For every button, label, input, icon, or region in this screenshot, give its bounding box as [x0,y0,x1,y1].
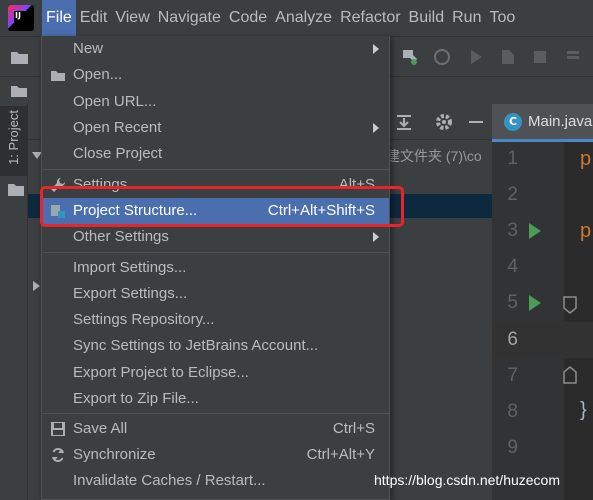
menu-separator [43,252,389,253]
editor-tab-main-java[interactable]: C Main.java [492,104,593,142]
code-editor[interactable] [564,142,593,500]
line-number: 7 [507,365,518,386]
editor-tab-label: Main.java [528,113,593,130]
menu-item-label: Close Project [73,145,163,162]
line-number: 8 [507,401,518,422]
menu-item-label: New [73,40,104,57]
line-number: 3 [507,220,518,241]
run-gutter-icon[interactable] [529,223,541,239]
watermark-text: https://blog.csdn.net/huzecom [374,472,560,488]
menu-code[interactable]: Code [225,0,271,36]
sync-icon [52,447,64,463]
menu-item-synchronize[interactable]: Synchronize Ctrl+Alt+Y [42,442,389,468]
menu-item-label: Other Settings [73,228,169,245]
coverage-icon[interactable] [432,47,452,67]
menu-item-new[interactable]: New [42,36,389,62]
vcs-icon[interactable] [563,47,583,67]
menu-item-export-zip[interactable]: Export to Zip File... [42,386,389,412]
menu-item-label: Settings Repository... [73,311,215,328]
menu-item-close-project[interactable]: Close Project [42,141,389,167]
menu-item-export-eclipse[interactable]: Export Project to Eclipse... [42,360,389,386]
java-class-icon: C [504,112,522,131]
collapse-all-icon[interactable] [394,112,414,132]
menu-item-other-settings[interactable]: Other Settings [42,224,389,250]
submenu-arrow-icon [373,44,379,54]
line-number: 1 [507,148,518,169]
menu-item-save-all[interactable]: Save All Ctrl+S [42,416,389,442]
menu-run[interactable]: Run [448,0,485,36]
file-menu-dropdown: New Open... Open URL... Open Recent Clos… [41,36,390,500]
menu-item-label: Export Project to Eclipse... [73,364,249,381]
line-number: 5 [507,292,518,313]
project-path-text: 建文件夹 (7)\co [386,148,482,164]
code-keyword: p [580,148,592,170]
profile-icon[interactable] [498,47,518,67]
code-keyword: p [580,220,592,242]
line-number: 9 [507,437,518,458]
menu-item-label: Open Recent [73,119,162,136]
code-brace: } [580,399,587,421]
submenu-arrow-icon [373,123,379,133]
menu-navigate[interactable]: Navigate [154,0,225,36]
menu-item-sync-settings[interactable]: Sync Settings to JetBrains Account... [42,333,389,359]
menu-bar: File Edit View Navigate Code Analyze Ref… [0,0,593,36]
submenu-arrow-icon [373,232,379,242]
intellij-logo-icon [8,5,34,31]
menu-item-label: Invalidate Caches / Restart... [73,472,266,489]
save-icon [51,422,65,436]
menu-view[interactable]: View [111,0,153,36]
menu-item-invalidate-caches[interactable]: Invalidate Caches / Restart... [42,468,389,494]
menu-item-shortcut: Ctrl+S [332,420,375,437]
run-icon[interactable] [466,47,486,67]
menu-item-open-recent[interactable]: Open Recent [42,115,389,141]
menu-edit[interactable]: Edit [76,0,112,36]
menu-item-label: Save All [73,420,128,437]
fold-marker-icon[interactable] [563,366,577,384]
open-folder-icon[interactable] [10,47,30,67]
folder-icon [51,71,65,81]
menu-build[interactable]: Build [405,0,449,36]
menu-item-label: Synchronize [73,446,156,463]
menu-analyze[interactable]: Analyze [271,0,336,36]
run-gutter-icon[interactable] [529,295,541,311]
line-number: 4 [507,256,518,277]
hide-panel-icon[interactable] [466,112,486,132]
menu-item-label: Open URL... [73,93,157,110]
menu-item-label: Export Settings... [73,285,188,302]
menu-item-label: Export to Zip File... [73,390,199,407]
menu-file[interactable]: File [42,0,76,36]
annotation-highlight-box [40,186,404,227]
menu-refactor[interactable]: Refactor [336,0,404,36]
menu-tools[interactable]: Too [485,0,519,36]
menu-separator [43,169,389,170]
fold-marker-icon[interactable] [563,296,577,314]
project-folder-icon [11,86,27,97]
project-tool-tab-label: 1: Project [6,110,21,165]
stop-icon[interactable] [530,47,550,67]
menu-item-label: Sync Settings to JetBrains Account... [73,337,319,354]
menu-item-label: Open... [73,66,123,83]
menu-item-shortcut: Ctrl+Alt+Y [306,446,375,463]
folder-icon [8,184,24,196]
menu-item-settings-repository[interactable]: Settings Repository... [42,307,389,333]
menu-item-label: Import Settings... [73,259,187,276]
line-number: 2 [507,184,518,205]
menu-item-export-settings[interactable]: Export Settings... [42,281,389,307]
menu-item-open-url[interactable]: Open URL... [42,89,389,115]
line-number-current: 6 [507,329,518,350]
build-icon[interactable] [400,47,420,67]
menu-separator [43,413,389,414]
menu-item-open[interactable]: Open... [42,62,389,88]
gear-icon[interactable] [434,112,454,132]
menu-item-import-settings[interactable]: Import Settings... [42,255,389,281]
